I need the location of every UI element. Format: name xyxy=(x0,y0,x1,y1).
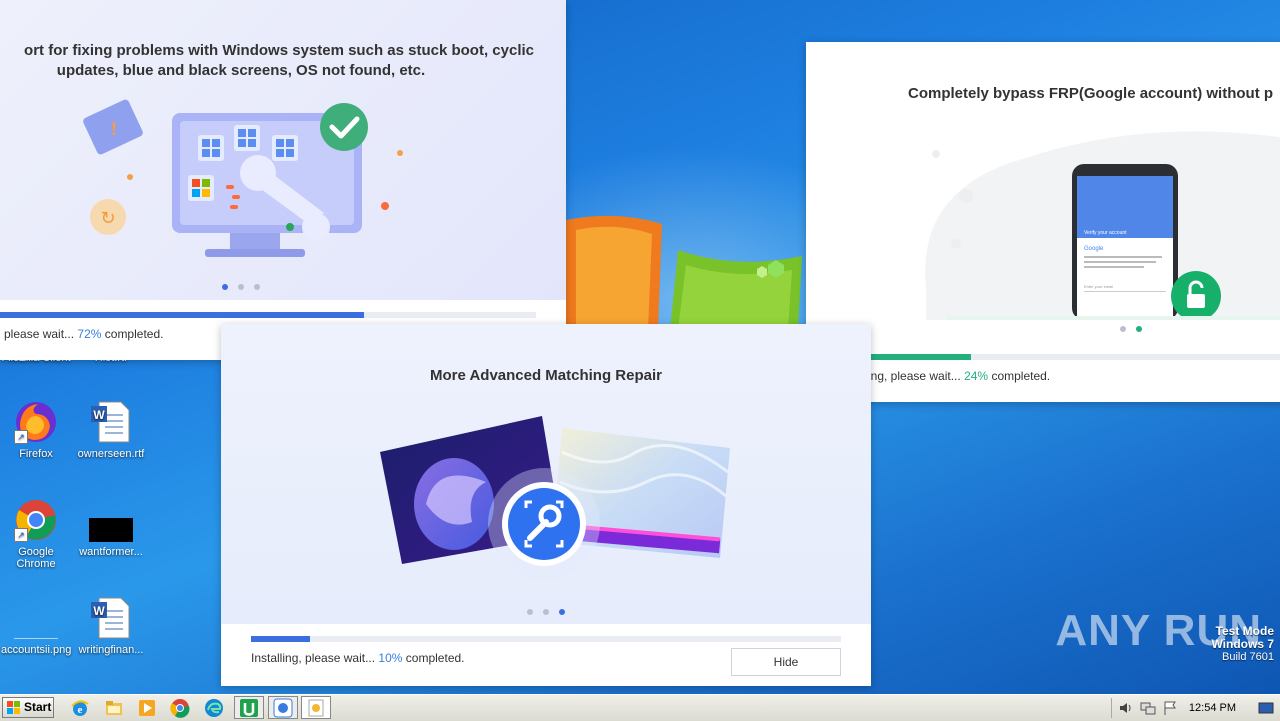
phone-screen-title: Verify your account xyxy=(1084,230,1127,236)
svg-text:↻: ↻ xyxy=(100,208,115,229)
carousel-dot-3[interactable] xyxy=(254,284,260,290)
progress-status: Installing, please wait... 10% completed… xyxy=(251,651,465,665)
carousel-slide: ort for fixing problems with Windows sys… xyxy=(0,0,566,300)
start-label: Start xyxy=(24,700,52,714)
status-percent: 24% xyxy=(964,369,989,383)
windows-flag-icon xyxy=(7,700,20,714)
status-percent: 72% xyxy=(77,327,102,341)
setup-icon xyxy=(273,698,293,718)
carousel-slide: More Advanced Matching Repair xyxy=(221,324,871,624)
slide-title: More Advanced Matching Repair xyxy=(430,367,662,384)
svg-text:W: W xyxy=(93,604,105,618)
status-percent: 10% xyxy=(378,651,403,665)
taskbar-app-active-setup[interactable] xyxy=(268,696,298,719)
tray-separator xyxy=(1111,698,1112,718)
progress-bar xyxy=(806,354,1280,360)
phone-input-placeholder: Enter your email xyxy=(1084,284,1113,289)
installer-icon xyxy=(308,699,324,717)
carousel-dot-2[interactable] xyxy=(238,284,244,290)
desktop-icon-label: writingfinan... xyxy=(78,644,144,656)
firefox-icon: ↗ xyxy=(14,400,58,444)
progress-bar xyxy=(251,636,841,642)
progress-fill xyxy=(251,636,310,642)
hide-button[interactable]: Hide xyxy=(731,648,841,676)
advanced-repair-illustration xyxy=(380,416,730,580)
chrome-icon[interactable] xyxy=(170,698,190,718)
phone-brand: Google xyxy=(1084,246,1104,252)
desktop-icon-ownerseen[interactable]: W ownerseen.rtf xyxy=(76,400,146,460)
media-player-icon[interactable] xyxy=(137,698,157,718)
test-mode-notice: Test Mode Windows 7 Build 7601 xyxy=(1211,625,1274,664)
slide-title-line1: ort for fixing problems with Windows sys… xyxy=(24,42,534,59)
edge-icon[interactable] xyxy=(204,698,224,718)
installer-window-left[interactable]: ort for fixing problems with Windows sys… xyxy=(0,0,566,360)
svg-text:!: ! xyxy=(111,119,117,139)
desktop-icon-label: Firefox xyxy=(19,448,53,460)
status-prefix: please wait... xyxy=(4,327,75,341)
desktop-icon-label: wantformer... xyxy=(79,546,143,558)
network-icon[interactable] xyxy=(1140,700,1156,716)
carousel-dot-1[interactable] xyxy=(527,609,533,615)
taskbar: Start e 12:54 PM xyxy=(0,694,1280,721)
progress-bar xyxy=(0,312,536,318)
show-desktop-icon[interactable] xyxy=(1258,700,1274,716)
carousel-dot-2[interactable] xyxy=(1136,326,1142,332)
test-mode-line2: Windows 7 xyxy=(1211,637,1274,651)
desktop-icon-firefox[interactable]: ↗ Firefox xyxy=(1,400,71,460)
explorer-icon[interactable] xyxy=(104,698,124,718)
progress-status: please wait... 72% completed. xyxy=(4,327,163,341)
taskbar-clock[interactable]: 12:54 PM xyxy=(1189,695,1236,721)
windows-logo-wallpaper xyxy=(566,215,802,330)
desktop-icon-label: ownerseen.rtf xyxy=(77,448,145,460)
black-image-icon xyxy=(89,498,133,542)
status-suffix: completed. xyxy=(991,369,1051,383)
progress-fill xyxy=(0,312,364,318)
progress-status: ing, please wait... 24% completed. xyxy=(868,369,1050,383)
taskbar-app-active-green[interactable] xyxy=(234,696,264,719)
desktop-icon-wantformer[interactable]: wantformer... xyxy=(76,498,146,558)
carousel-slide: Completely bypass FRP(Google account) wi… xyxy=(806,42,1280,332)
frp-bypass-illustration: Verify your account Google Enter your em… xyxy=(925,131,1280,320)
installer-window-main[interactable]: More Advanced Matching Repair Installing… xyxy=(221,324,871,686)
ie-icon[interactable]: e xyxy=(70,698,90,718)
slide-title: Completely bypass FRP(Google account) wi… xyxy=(908,85,1274,102)
system-repair-illustration: ! ↻ xyxy=(83,99,403,257)
svg-text:W: W xyxy=(93,408,105,422)
green-app-icon xyxy=(240,699,258,717)
svg-text:e: e xyxy=(78,704,83,716)
desktop-icon-label: accountsii.png xyxy=(1,644,72,656)
desktop-icon-label: Google Chrome xyxy=(16,546,56,570)
status-prefix: ing, please wait... xyxy=(868,369,961,383)
carousel-dots[interactable] xyxy=(1120,326,1142,332)
status-suffix: completed. xyxy=(104,327,164,341)
desktop-icon-writingfinan[interactable]: W writingfinan... xyxy=(76,596,146,656)
action-center-flag-icon[interactable] xyxy=(1162,700,1178,716)
carousel-dot-3[interactable] xyxy=(559,609,565,615)
installer-window-right[interactable]: Completely bypass FRP(Google account) wi… xyxy=(806,42,1280,402)
desktop-icon-chrome[interactable]: ↗ Google Chrome xyxy=(1,498,71,570)
carousel-dot-1[interactable] xyxy=(222,284,228,290)
desktop-icon-accountsii[interactable]: accountsii.png xyxy=(1,596,71,656)
carousel-dots[interactable] xyxy=(222,284,260,290)
word-document-icon: W xyxy=(89,400,133,444)
word-document-icon: W xyxy=(89,596,133,640)
status-prefix: Installing, please wait... xyxy=(251,651,376,665)
test-mode-build: Build 7601 xyxy=(1222,651,1274,663)
carousel-dot-2[interactable] xyxy=(543,609,549,615)
carousel-dot-1[interactable] xyxy=(1120,326,1126,332)
status-suffix: completed. xyxy=(405,651,465,665)
image-file-icon xyxy=(14,596,58,640)
slide-title-line2: updates, blue and black screens, OS not … xyxy=(56,62,426,79)
chrome-icon: ↗ xyxy=(14,498,58,542)
carousel-dots[interactable] xyxy=(527,609,565,615)
start-button[interactable]: Start xyxy=(2,697,54,718)
taskbar-app-active-installer[interactable] xyxy=(301,696,331,719)
volume-icon[interactable] xyxy=(1118,700,1134,716)
